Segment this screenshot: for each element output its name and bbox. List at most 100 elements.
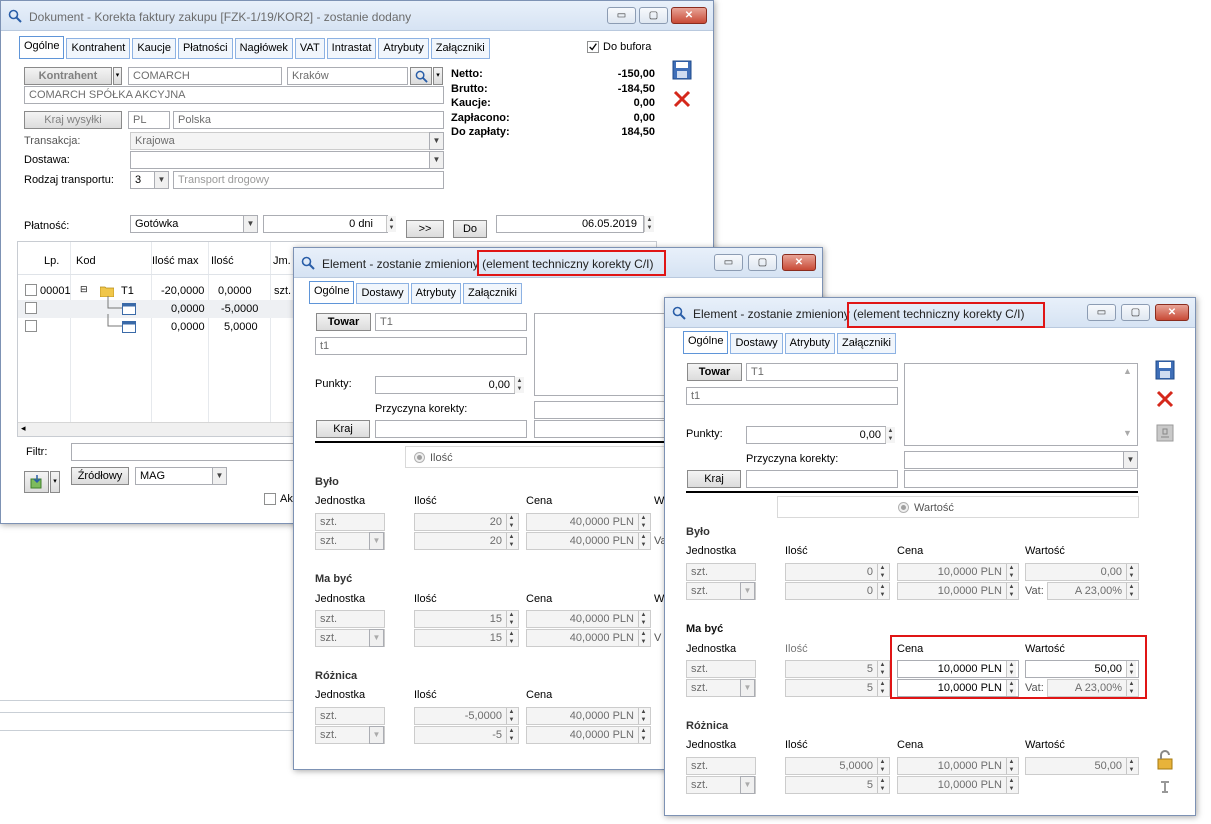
jednostka-field[interactable]: szt.: [315, 610, 385, 628]
jednostka-field[interactable]: szt.: [686, 757, 756, 775]
maximize-button[interactable]: ▢: [748, 254, 777, 271]
platnosc-dropdown-icon[interactable]: ▼: [243, 215, 258, 233]
tab-atrybuty[interactable]: Atrybuty: [378, 38, 429, 59]
cena-spinner[interactable]: ▲ ▼: [638, 533, 648, 549]
przyczyna-dropdown-icon[interactable]: ▼: [1123, 451, 1138, 469]
tab-ogolne[interactable]: Ogólne: [683, 331, 729, 354]
maximize-button[interactable]: ▢: [1121, 304, 1150, 321]
rodzaj-transportu-code[interactable]: 3: [130, 171, 155, 189]
scroll-left-icon[interactable]: ◂: [21, 423, 26, 434]
rodzaj-transportu-dropdown-icon[interactable]: ▼: [154, 171, 169, 189]
ilosc-spinner[interactable]: ▲ ▼: [877, 758, 887, 774]
ilosc-field[interactable]: -5: [414, 726, 519, 744]
grid-header[interactable]: Kod: [76, 255, 96, 267]
towar-code-field[interactable]: T1: [375, 313, 527, 331]
tab-kaucje[interactable]: Kaucje: [132, 38, 176, 59]
tab-vat[interactable]: VAT: [294, 38, 325, 59]
import-dropdown-button[interactable]: ▾: [50, 471, 60, 493]
wartosc-spinner[interactable]: ▲ ▼: [1126, 564, 1136, 580]
tab-platnosci[interactable]: Płatności: [177, 38, 233, 59]
ilosc-field[interactable]: 5: [785, 776, 890, 794]
tab-naglowek[interactable]: Nagłówek: [234, 38, 293, 59]
row-checkbox[interactable]: [25, 302, 37, 314]
jednostka-dropdown-icon[interactable]: ▼: [369, 726, 384, 744]
cena-spinner[interactable]: ▲ ▼: [1006, 777, 1016, 793]
tab-atrybuty[interactable]: Atrybuty: [410, 283, 462, 304]
kraj-button[interactable]: Kraj: [687, 470, 741, 488]
ilosc-field[interactable]: 5: [785, 679, 890, 697]
towar-code-field[interactable]: T1: [746, 363, 898, 381]
ilosc-spinner[interactable]: ▲ ▼: [877, 564, 887, 580]
ilosc-spinner[interactable]: ▲ ▼: [877, 777, 887, 793]
punkty-spinner[interactable]: ▲ ▼: [885, 427, 895, 443]
ilosc-spinner[interactable]: ▲ ▼: [506, 611, 516, 627]
kraj-wysylki-button[interactable]: Kraj wysyłki: [24, 111, 122, 129]
filtr-input[interactable]: [71, 443, 301, 461]
towar-button[interactable]: Towar: [687, 363, 742, 381]
cancel-icon[interactable]: [672, 89, 692, 109]
tab-zalaczniki[interactable]: Załączniki: [463, 283, 522, 304]
ilosc-spinner[interactable]: ▲ ▼: [877, 680, 887, 696]
forward-button[interactable]: >>: [406, 220, 444, 238]
transakcja-select[interactable]: Krajowa: [130, 132, 430, 150]
tab-dostawy[interactable]: Dostawy: [730, 333, 783, 354]
jednostka-dropdown-icon[interactable]: ▼: [740, 679, 755, 697]
save-icon[interactable]: [1155, 360, 1175, 380]
cena-field[interactable]: 10,0000 PLN: [897, 582, 1019, 600]
scroll-down-icon[interactable]: ▼: [1123, 428, 1132, 438]
tab-zalaczniki[interactable]: Załączniki: [837, 333, 896, 354]
towar-name-field[interactable]: t1: [315, 337, 527, 355]
close-button[interactable]: ✕: [1155, 304, 1189, 321]
mag-dropdown-icon[interactable]: ▼: [212, 467, 227, 485]
jednostka-field[interactable]: szt.: [686, 660, 756, 678]
row-checkbox[interactable]: [25, 320, 37, 332]
zrodlowy-button[interactable]: Źródłowy: [71, 467, 129, 485]
cena-field[interactable]: 40,0000 PLN: [526, 629, 651, 647]
towar-name-field[interactable]: t1: [686, 387, 898, 405]
mode-radio[interactable]: [414, 452, 425, 463]
vat-spinner[interactable]: ▲ ▼: [1126, 583, 1136, 599]
cena-spinner[interactable]: ▲ ▼: [1006, 564, 1016, 580]
cena-spinner[interactable]: ▲ ▼: [638, 727, 648, 743]
ak-checkbox[interactable]: [264, 493, 276, 505]
ilosc-spinner[interactable]: ▲ ▼: [506, 533, 516, 549]
search-options-button[interactable]: ▾: [433, 67, 443, 85]
kontrahent-code-field[interactable]: COMARCH: [128, 67, 282, 85]
cena-field[interactable]: 40,0000 PLN: [526, 726, 651, 744]
ilosc-field[interactable]: 20: [414, 532, 519, 550]
cena-spinner[interactable]: ▲ ▼: [638, 708, 648, 724]
ilosc-spinner[interactable]: ▲ ▼: [506, 727, 516, 743]
cena-field[interactable]: 10,0000 PLN: [897, 776, 1019, 794]
grid-header[interactable]: Ilość: [211, 255, 234, 267]
cena-spinner[interactable]: ▲ ▼: [1006, 583, 1016, 599]
import-button[interactable]: [24, 471, 49, 493]
cena-spinner[interactable]: ▲ ▼: [638, 611, 648, 627]
ilosc-field[interactable]: 0: [785, 582, 890, 600]
jednostka-field[interactable]: szt.: [315, 513, 385, 531]
cena-field[interactable]: 40,0000 PLN: [526, 532, 651, 550]
ilosc-field[interactable]: 0: [785, 563, 890, 581]
ilosc-field[interactable]: 20: [414, 513, 519, 531]
ilosc-field[interactable]: 15: [414, 629, 519, 647]
grid-header[interactable]: Lp.: [44, 255, 59, 267]
pin-icon[interactable]: [1155, 778, 1175, 798]
cena-field[interactable]: 40,0000 PLN: [526, 513, 651, 531]
close-button[interactable]: ✕: [782, 254, 816, 271]
do-bufora-checkbox[interactable]: [587, 41, 599, 53]
ilosc-spinner[interactable]: ▲ ▼: [506, 708, 516, 724]
kraj-code-field[interactable]: PL: [128, 111, 170, 129]
date-field[interactable]: 06.05.2019: [496, 215, 644, 233]
save-icon[interactable]: [672, 60, 692, 80]
tab-kontrahent[interactable]: Kontrahent: [66, 38, 131, 59]
grid-header[interactable]: Ilość max: [152, 255, 198, 267]
kraj-name-field[interactable]: Polska: [173, 111, 444, 129]
row-checkbox[interactable]: [25, 284, 37, 296]
cena-spinner[interactable]: ▲ ▼: [638, 630, 648, 646]
tab-intrastat[interactable]: Intrastat: [326, 38, 377, 59]
do-button[interactable]: Do: [453, 220, 487, 238]
punkty-field[interactable]: 0,00: [746, 426, 886, 444]
ilosc-field[interactable]: 15: [414, 610, 519, 628]
ilosc-spinner[interactable]: ▲ ▼: [506, 514, 516, 530]
jednostka-dropdown-icon[interactable]: ▼: [740, 582, 755, 600]
wartosc-spinner[interactable]: ▲ ▼: [1126, 758, 1136, 774]
